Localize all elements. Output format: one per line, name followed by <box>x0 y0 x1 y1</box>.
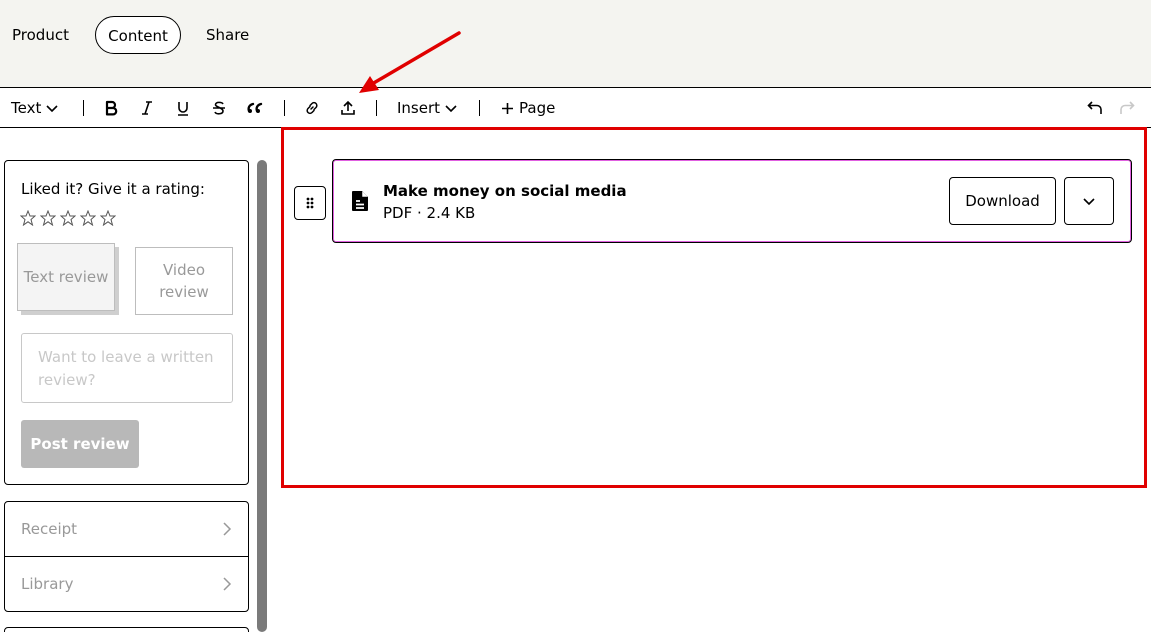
video-review-button[interactable]: Video review <box>135 247 233 315</box>
drag-handle-icon <box>306 197 314 209</box>
sidebar-card <box>4 627 249 632</box>
add-page-label: Page <box>519 99 556 117</box>
toolbar-divider <box>479 100 480 116</box>
text-review-button[interactable]: Text review <box>17 243 115 311</box>
italic-button[interactable] <box>137 88 157 128</box>
chevron-down-icon <box>1083 198 1095 206</box>
chevron-right-icon <box>223 577 232 591</box>
toolbar-divider <box>376 100 377 116</box>
star-icon[interactable] <box>20 210 36 226</box>
nav-share-tab[interactable]: Share <box>206 16 249 54</box>
text-style-label: Text <box>11 99 42 117</box>
text-style-dropdown[interactable]: Text <box>11 88 59 128</box>
italic-icon <box>142 101 152 115</box>
bold-icon <box>105 100 118 116</box>
editor-toolbar: Text Insert Page <box>0 88 1151 128</box>
strikethrough-icon <box>213 101 225 115</box>
library-label: Library <box>21 575 74 593</box>
redo-button[interactable] <box>1118 88 1136 128</box>
nav-product-tab[interactable]: Product <box>12 16 69 54</box>
star-rating <box>20 210 116 226</box>
undo-icon <box>1087 101 1102 114</box>
underline-button[interactable] <box>173 88 193 128</box>
undo-button[interactable] <box>1086 88 1104 128</box>
drag-handle[interactable] <box>294 186 326 220</box>
upload-file-button[interactable] <box>338 88 358 128</box>
quote-button[interactable] <box>245 88 265 128</box>
toolbar-divider <box>83 100 84 116</box>
star-icon[interactable] <box>60 210 76 226</box>
receipt-label: Receipt <box>21 520 78 538</box>
file-meta: PDF · 2.4 KB <box>383 204 476 222</box>
file-name: Make money on social media <box>383 182 627 200</box>
insert-dropdown[interactable]: Insert <box>397 88 458 128</box>
add-page-button[interactable]: Page <box>501 88 555 128</box>
chevron-down-icon <box>445 105 457 113</box>
link-button[interactable] <box>302 88 322 128</box>
library-link[interactable]: Library <box>4 556 249 612</box>
top-nav: Product Content Share <box>0 0 1151 88</box>
review-card: Liked it? Give it a rating: Text review … <box>4 160 249 485</box>
sidebar-scrollbar[interactable] <box>257 160 267 632</box>
file-options-button[interactable] <box>1064 177 1114 225</box>
document-icon <box>352 191 368 211</box>
nav-content-tab[interactable]: Content <box>95 16 181 54</box>
upload-icon <box>341 100 355 115</box>
plus-icon <box>502 102 513 114</box>
rating-title: Liked it? Give it a rating: <box>21 180 205 198</box>
download-button[interactable]: Download <box>949 177 1056 225</box>
star-icon[interactable] <box>80 210 96 226</box>
star-icon[interactable] <box>100 210 116 226</box>
post-review-button[interactable]: Post review <box>21 420 139 468</box>
link-icon <box>306 101 318 115</box>
chevron-down-icon <box>46 105 58 113</box>
toolbar-divider <box>284 100 285 116</box>
receipt-link[interactable]: Receipt <box>4 501 249 557</box>
written-review-input[interactable]: Want to leave a written review? <box>21 333 233 403</box>
strikethrough-button[interactable] <box>209 88 229 128</box>
underline-icon <box>178 102 188 116</box>
chevron-right-icon <box>223 522 232 536</box>
bold-button[interactable] <box>101 88 121 128</box>
insert-label: Insert <box>397 99 441 117</box>
file-embed[interactable]: Make money on social media PDF · 2.4 KB … <box>332 159 1132 243</box>
quote-icon <box>247 102 263 113</box>
redo-icon <box>1120 101 1135 114</box>
star-icon[interactable] <box>40 210 56 226</box>
